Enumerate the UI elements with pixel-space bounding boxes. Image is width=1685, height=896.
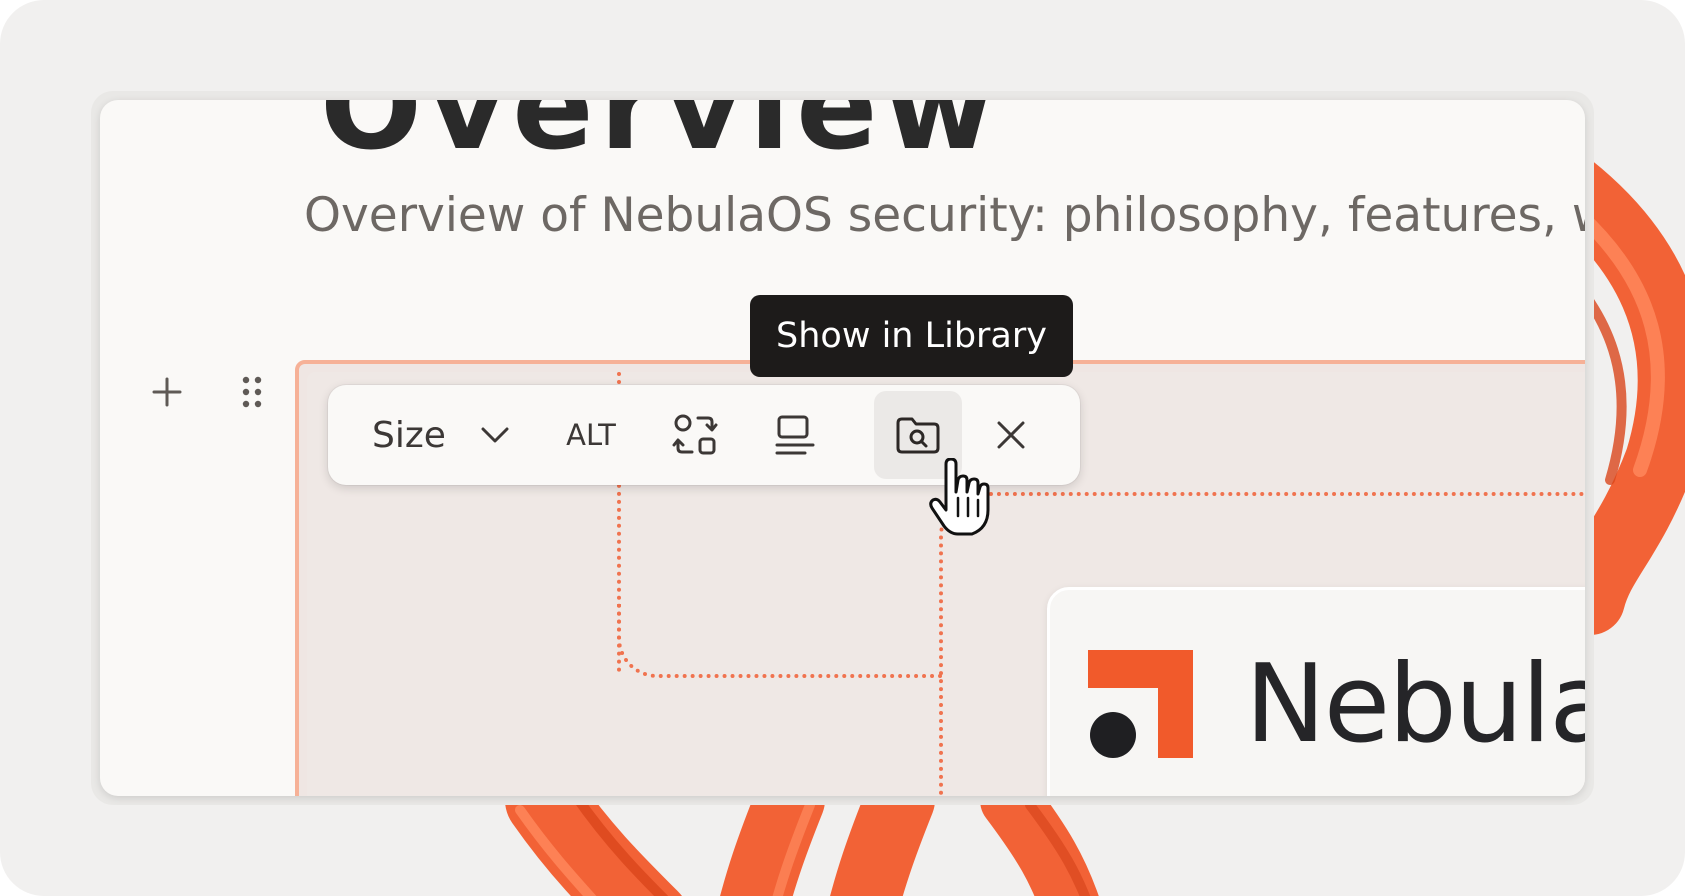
alt-label: ALT [566,418,616,452]
close-icon [997,421,1025,449]
replace-image-button[interactable] [660,385,730,485]
folder-search-icon [896,417,940,454]
page-subtitle: Overview of NebulaOS security: philosoph… [304,188,1585,243]
caption-button[interactable] [760,385,830,485]
screenshot-canvas: Overview Overview of NebulaOS security: … [0,0,1685,896]
alt-text-button[interactable]: ALT [556,385,626,485]
chevron-down-icon [481,427,509,443]
caption-icon [775,415,815,455]
tooltip: Show in Library [750,295,1073,377]
hand-pointer-cursor-icon [929,458,990,536]
logo-card: Nebula [1047,587,1585,796]
page-title: Overview [320,100,1001,177]
add-block-button[interactable] [145,370,189,414]
drag-handle-button[interactable] [230,370,274,414]
nebula-logo-icon [1088,650,1193,758]
replace-icon [672,414,718,455]
logo-wordmark: Nebula [1245,642,1585,767]
document-editor: Overview Overview of NebulaOS security: … [100,100,1585,796]
plus-icon [152,377,182,407]
size-dropdown[interactable]: Size [366,385,516,485]
drag-handle-icon [242,376,262,408]
size-label: Size [372,414,446,456]
dashed-guide [617,604,943,678]
